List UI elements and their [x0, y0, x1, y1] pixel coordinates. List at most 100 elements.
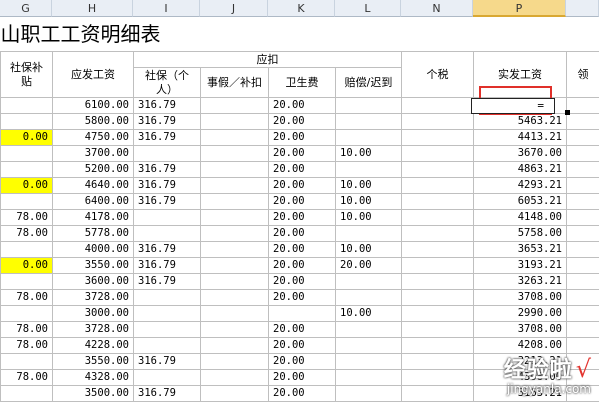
cell-leave-deduct[interactable] [201, 162, 269, 178]
cell-sanitation-fee[interactable]: 20.00 [269, 130, 336, 146]
cell-social-subsidy[interactable]: 0.00 [1, 178, 53, 194]
cell-social-personal[interactable] [134, 322, 201, 338]
column-header-i[interactable]: I [133, 0, 200, 17]
cell-income-tax[interactable] [402, 274, 474, 290]
cell-income-tax[interactable] [402, 290, 474, 306]
cell-gross-pay[interactable]: 3700.00 [53, 146, 134, 162]
cell-leave-deduct[interactable] [201, 386, 269, 402]
header-net-pay[interactable]: 实发工资 [474, 52, 567, 98]
header-leave-deduct[interactable]: 事假／补扣 [201, 68, 269, 98]
cell-social-subsidy[interactable] [1, 306, 53, 322]
cell-net-pay[interactable]: 5758.00 [474, 226, 567, 242]
cell-income-tax[interactable] [402, 114, 474, 130]
cell-leave-deduct[interactable] [201, 338, 269, 354]
column-header-q[interactable] [566, 0, 599, 17]
cell-social-subsidy[interactable]: 0.00 [1, 258, 53, 274]
cell-receive[interactable] [567, 146, 599, 162]
cell-leave-deduct[interactable] [201, 194, 269, 210]
cell-social-personal[interactable]: 316.79 [134, 194, 201, 210]
cell-gross-pay[interactable]: 5800.00 [53, 114, 134, 130]
header-compensation-late[interactable]: 赔偿/迟到 [336, 68, 402, 98]
cell-leave-deduct[interactable] [201, 130, 269, 146]
cell-income-tax[interactable] [402, 146, 474, 162]
cell-compensation-late[interactable] [336, 114, 402, 130]
cell-net-pay[interactable]: 3708.00 [474, 322, 567, 338]
cell-compensation-late[interactable]: 20.00 [336, 258, 402, 274]
cell-social-subsidy[interactable]: 78.00 [1, 370, 53, 386]
cell-compensation-late[interactable] [336, 338, 402, 354]
cell-income-tax[interactable] [402, 338, 474, 354]
column-header-h[interactable]: H [52, 0, 133, 17]
cell-income-tax[interactable] [402, 98, 474, 114]
cell-net-pay[interactable]: 3670.00 [474, 146, 567, 162]
cell-sanitation-fee[interactable]: 20.00 [269, 178, 336, 194]
cell-sanitation-fee[interactable]: 20.00 [269, 290, 336, 306]
cell-social-personal[interactable]: 316.79 [134, 386, 201, 402]
cell-net-pay[interactable]: 4413.21 [474, 130, 567, 146]
cell-leave-deduct[interactable] [201, 274, 269, 290]
cell-compensation-late[interactable]: 10.00 [336, 146, 402, 162]
cell-receive[interactable] [567, 162, 599, 178]
cell-income-tax[interactable] [402, 386, 474, 402]
cell-leave-deduct[interactable] [201, 322, 269, 338]
cell-income-tax[interactable] [402, 354, 474, 370]
cell-gross-pay[interactable]: 4750.00 [53, 130, 134, 146]
cell-gross-pay[interactable]: 4000.00 [53, 242, 134, 258]
cell-gross-pay[interactable]: 6400.00 [53, 194, 134, 210]
cell-gross-pay[interactable]: 3500.00 [53, 386, 134, 402]
cell-income-tax[interactable] [402, 258, 474, 274]
cell-income-tax[interactable] [402, 178, 474, 194]
cell-gross-pay[interactable]: 4228.00 [53, 338, 134, 354]
cell-income-tax[interactable] [402, 130, 474, 146]
cell-leave-deduct[interactable] [201, 290, 269, 306]
cell-gross-pay[interactable]: 4640.00 [53, 178, 134, 194]
cell-social-subsidy[interactable]: 78.00 [1, 290, 53, 306]
cell-social-personal[interactable]: 316.79 [134, 130, 201, 146]
cell-compensation-late[interactable]: 10.00 [336, 306, 402, 322]
cell-social-subsidy[interactable] [1, 194, 53, 210]
cell-receive[interactable] [567, 290, 599, 306]
cell-compensation-late[interactable] [336, 322, 402, 338]
cell-income-tax[interactable] [402, 322, 474, 338]
column-header-g[interactable]: G [0, 0, 52, 17]
cell-receive[interactable] [567, 242, 599, 258]
cell-social-subsidy[interactable] [1, 114, 53, 130]
cell-social-personal[interactable]: 316.79 [134, 274, 201, 290]
cell-gross-pay[interactable]: 3600.00 [53, 274, 134, 290]
cell-social-personal[interactable] [134, 338, 201, 354]
cell-social-subsidy[interactable]: 78.00 [1, 338, 53, 354]
cell-sanitation-fee[interactable]: 20.00 [269, 226, 336, 242]
cell-compensation-late[interactable]: 10.00 [336, 178, 402, 194]
cell-gross-pay[interactable]: 3000.00 [53, 306, 134, 322]
cell-social-subsidy[interactable]: 78.00 [1, 322, 53, 338]
header-social-subsidy[interactable]: 社保补贴 [1, 52, 53, 98]
cell-compensation-late[interactable] [336, 98, 402, 114]
cell-sanitation-fee[interactable]: 20.00 [269, 242, 336, 258]
cell-sanitation-fee[interactable]: 20.00 [269, 338, 336, 354]
cell-leave-deduct[interactable] [201, 146, 269, 162]
cell-social-personal[interactable] [134, 306, 201, 322]
header-deductions[interactable]: 应扣 [134, 52, 402, 68]
column-header-p[interactable]: P [473, 0, 566, 17]
cell-sanitation-fee[interactable]: 20.00 [269, 258, 336, 274]
cell-net-pay[interactable]: 3653.21 [474, 242, 567, 258]
cell-social-personal[interactable]: 316.79 [134, 178, 201, 194]
cell-net-pay[interactable]: 4148.00 [474, 210, 567, 226]
cell-receive[interactable] [567, 114, 599, 130]
cell-sanitation-fee[interactable]: 20.00 [269, 210, 336, 226]
cell-leave-deduct[interactable] [201, 306, 269, 322]
cell-gross-pay[interactable]: 3728.00 [53, 290, 134, 306]
header-social-personal[interactable]: 社保（个人） [134, 68, 201, 98]
cell-receive[interactable] [567, 226, 599, 242]
cell-compensation-late[interactable] [336, 162, 402, 178]
cell-receive[interactable] [567, 274, 599, 290]
cell-social-personal[interactable] [134, 226, 201, 242]
cell-compensation-late[interactable]: 10.00 [336, 194, 402, 210]
cell-compensation-late[interactable]: 10.00 [336, 242, 402, 258]
column-header-l[interactable]: L [335, 0, 401, 17]
cell-leave-deduct[interactable] [201, 370, 269, 386]
cell-social-subsidy[interactable]: 78.00 [1, 210, 53, 226]
cell-income-tax[interactable] [402, 242, 474, 258]
cell-compensation-late[interactable]: 10.00 [336, 210, 402, 226]
cell-gross-pay[interactable]: 3550.00 [53, 258, 134, 274]
